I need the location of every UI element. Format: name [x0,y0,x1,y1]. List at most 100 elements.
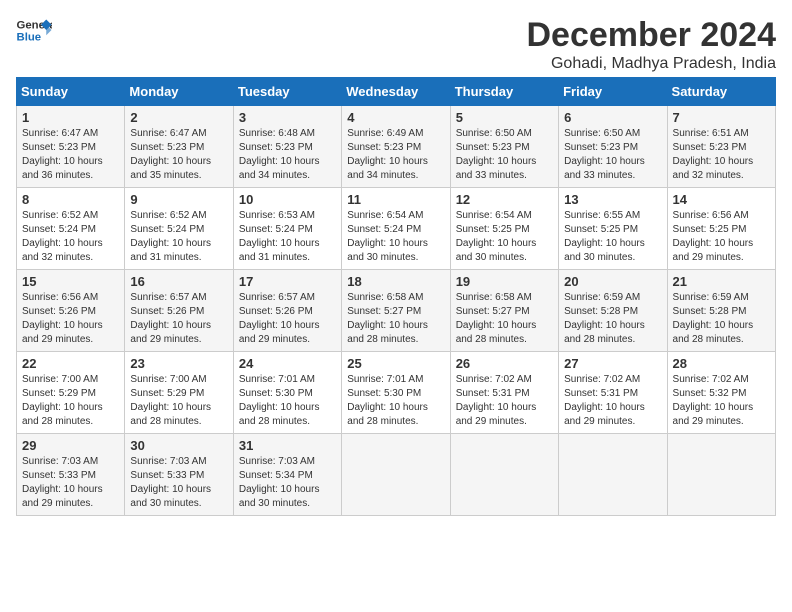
calendar-cell [667,434,775,516]
day-number: 18 [347,274,444,289]
calendar-cell: 31 Sunrise: 7:03 AMSunset: 5:34 PMDayligh… [233,434,341,516]
day-number: 1 [22,110,119,125]
calendar-cell: 14 Sunrise: 6:56 AMSunset: 5:25 PMDayligh… [667,188,775,270]
day-number: 17 [239,274,336,289]
cell-details: Sunrise: 6:51 AMSunset: 5:23 PMDaylight:… [673,127,770,183]
day-number: 13 [564,192,661,207]
calendar-cell: 25 Sunrise: 7:01 AMSunset: 5:30 PMDayligh… [342,352,450,434]
day-number: 10 [239,192,336,207]
cell-details: Sunrise: 6:57 AMSunset: 5:26 PMDaylight:… [130,291,227,347]
cell-details: Sunrise: 6:58 AMSunset: 5:27 PMDaylight:… [456,291,553,347]
day-number: 26 [456,356,553,371]
header-cell-friday: Friday [559,78,667,106]
cell-details: Sunrise: 7:02 AMSunset: 5:31 PMDaylight:… [564,373,661,429]
week-row-0: 1 Sunrise: 6:47 AMSunset: 5:23 PMDaylight… [17,106,776,188]
cell-details: Sunrise: 6:59 AMSunset: 5:28 PMDaylight:… [673,291,770,347]
cell-details: Sunrise: 6:52 AMSunset: 5:24 PMDaylight:… [130,209,227,265]
calendar-cell: 21 Sunrise: 6:59 AMSunset: 5:28 PMDayligh… [667,270,775,352]
cell-details: Sunrise: 7:03 AMSunset: 5:34 PMDaylight:… [239,455,336,511]
calendar-cell: 24 Sunrise: 7:01 AMSunset: 5:30 PMDayligh… [233,352,341,434]
day-number: 23 [130,356,227,371]
calendar-cell: 7Sunrise: 6:51 AMSunset: 5:23 PMDaylight… [667,106,775,188]
day-number: 28 [673,356,770,371]
cell-details: Sunrise: 7:01 AMSunset: 5:30 PMDaylight:… [347,373,444,429]
cell-details: Sunrise: 6:56 AMSunset: 5:26 PMDaylight:… [22,291,119,347]
cell-details: Sunrise: 6:47 AMSunset: 5:23 PMDaylight:… [130,127,227,183]
day-number: 30 [130,438,227,453]
cell-details: Sunrise: 6:52 AMSunset: 5:24 PMDaylight:… [22,209,119,265]
cell-details: Sunrise: 7:02 AMSunset: 5:32 PMDaylight:… [673,373,770,429]
calendar-body: 1 Sunrise: 6:47 AMSunset: 5:23 PMDaylight… [17,106,776,516]
location-title: Gohadi, Madhya Pradesh, India [526,55,776,73]
cell-details: Sunrise: 6:48 AMSunset: 5:23 PMDaylight:… [239,127,336,183]
day-number: 19 [456,274,553,289]
calendar-cell: 22Sunrise: 7:00 AMSunset: 5:29 PMDayligh… [17,352,125,434]
calendar-cell: 28 Sunrise: 7:02 AMSunset: 5:32 PMDayligh… [667,352,775,434]
cell-details: Sunrise: 6:58 AMSunset: 5:27 PMDaylight:… [347,291,444,347]
cell-details: Sunrise: 6:56 AMSunset: 5:25 PMDaylight:… [673,209,770,265]
calendar-cell: 17 Sunrise: 6:57 AMSunset: 5:26 PMDayligh… [233,270,341,352]
header-cell-sunday: Sunday [17,78,125,106]
calendar-cell: 9 Sunrise: 6:52 AMSunset: 5:24 PMDaylight… [125,188,233,270]
cell-details: Sunrise: 6:49 AMSunset: 5:23 PMDaylight:… [347,127,444,183]
calendar-cell: 27 Sunrise: 7:02 AMSunset: 5:31 PMDayligh… [559,352,667,434]
week-row-4: 29 Sunrise: 7:03 AMSunset: 5:33 PMDayligh… [17,434,776,516]
day-number: 29 [22,438,119,453]
day-number: 5 [456,110,553,125]
header-cell-saturday: Saturday [667,78,775,106]
calendar-cell: 18 Sunrise: 6:58 AMSunset: 5:27 PMDayligh… [342,270,450,352]
calendar-cell: 11 Sunrise: 6:54 AMSunset: 5:24 PMDayligh… [342,188,450,270]
cell-details: Sunrise: 7:01 AMSunset: 5:30 PMDaylight:… [239,373,336,429]
day-number: 21 [673,274,770,289]
day-number: 2 [130,110,227,125]
calendar-cell: 26Sunrise: 7:02 AMSunset: 5:31 PMDayligh… [450,352,558,434]
calendar-cell: 4 Sunrise: 6:49 AMSunset: 5:23 PMDaylight… [342,106,450,188]
calendar-cell: 6 Sunrise: 6:50 AMSunset: 5:23 PMDaylight… [559,106,667,188]
day-number: 14 [673,192,770,207]
calendar-cell: 19 Sunrise: 6:58 AMSunset: 5:27 PMDayligh… [450,270,558,352]
calendar-header-row: SundayMondayTuesdayWednesdayThursdayFrid… [17,78,776,106]
day-number: 24 [239,356,336,371]
cell-details: Sunrise: 6:57 AMSunset: 5:26 PMDaylight:… [239,291,336,347]
cell-details: Sunrise: 6:50 AMSunset: 5:23 PMDaylight:… [564,127,661,183]
day-number: 4 [347,110,444,125]
calendar: SundayMondayTuesdayWednesdayThursdayFrid… [16,77,776,516]
calendar-cell [342,434,450,516]
day-number: 25 [347,356,444,371]
header-cell-monday: Monday [125,78,233,106]
calendar-cell: 16Sunrise: 6:57 AMSunset: 5:26 PMDayligh… [125,270,233,352]
day-number: 27 [564,356,661,371]
title-area: December 2024 Gohadi, Madhya Pradesh, In… [526,16,776,73]
calendar-cell: 3Sunrise: 6:48 AMSunset: 5:23 PMDaylight… [233,106,341,188]
calendar-cell: 12 Sunrise: 6:54 AMSunset: 5:25 PMDayligh… [450,188,558,270]
cell-details: Sunrise: 6:53 AMSunset: 5:24 PMDaylight:… [239,209,336,265]
calendar-cell: 23Sunrise: 7:00 AMSunset: 5:29 PMDayligh… [125,352,233,434]
calendar-cell: 10 Sunrise: 6:53 AMSunset: 5:24 PMDayligh… [233,188,341,270]
header: General Blue December 2024 Gohadi, Madhy… [16,16,776,73]
header-cell-tuesday: Tuesday [233,78,341,106]
cell-details: Sunrise: 6:55 AMSunset: 5:25 PMDaylight:… [564,209,661,265]
month-title: December 2024 [526,16,776,55]
day-number: 8 [22,192,119,207]
calendar-cell: 1 Sunrise: 6:47 AMSunset: 5:23 PMDaylight… [17,106,125,188]
cell-details: Sunrise: 6:54 AMSunset: 5:25 PMDaylight:… [456,209,553,265]
header-cell-thursday: Thursday [450,78,558,106]
calendar-cell: 15Sunrise: 6:56 AMSunset: 5:26 PMDayligh… [17,270,125,352]
calendar-cell: 13 Sunrise: 6:55 AMSunset: 5:25 PMDayligh… [559,188,667,270]
svg-text:Blue: Blue [17,32,42,44]
header-cell-wednesday: Wednesday [342,78,450,106]
calendar-cell: 5 Sunrise: 6:50 AMSunset: 5:23 PMDaylight… [450,106,558,188]
day-number: 11 [347,192,444,207]
cell-details: Sunrise: 6:54 AMSunset: 5:24 PMDaylight:… [347,209,444,265]
week-row-3: 22Sunrise: 7:00 AMSunset: 5:29 PMDayligh… [17,352,776,434]
calendar-cell [450,434,558,516]
calendar-cell [559,434,667,516]
calendar-cell: 20Sunrise: 6:59 AMSunset: 5:28 PMDayligh… [559,270,667,352]
cell-details: Sunrise: 6:47 AMSunset: 5:23 PMDaylight:… [22,127,119,183]
day-number: 6 [564,110,661,125]
cell-details: Sunrise: 7:03 AMSunset: 5:33 PMDaylight:… [22,455,119,511]
day-number: 31 [239,438,336,453]
day-number: 12 [456,192,553,207]
day-number: 9 [130,192,227,207]
cell-details: Sunrise: 6:50 AMSunset: 5:23 PMDaylight:… [456,127,553,183]
